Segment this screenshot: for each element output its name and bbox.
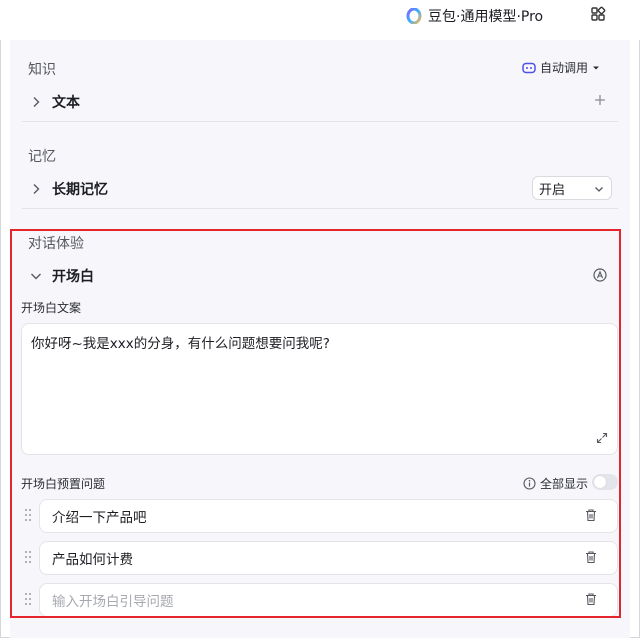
memory-select-value: 开启 <box>539 182 566 198</box>
long-term-memory-label: 长期记忆 <box>52 182 108 198</box>
drag-handle-icon[interactable] <box>24 508 32 522</box>
preset-question-input[interactable]: 介绍一下产品吧 <box>39 499 618 533</box>
trash-icon[interactable] <box>584 508 598 522</box>
a-circle-icon[interactable] <box>593 268 607 282</box>
preset-question-input[interactable]: 产品如何计费 <box>39 541 618 575</box>
auto-call-dropdown[interactable]: 自动调用 <box>522 59 600 76</box>
opening-text-label: 开场白文案 <box>21 301 82 315</box>
new-question-placeholder: 输入开场白引导问题 <box>52 594 174 610</box>
chevron-down-icon <box>31 273 41 280</box>
divider <box>22 121 618 122</box>
drag-handle-icon[interactable] <box>24 550 32 564</box>
memory-section-title: 记忆 <box>28 149 56 165</box>
preset-question-text: 产品如何计费 <box>52 552 133 568</box>
long-term-memory-row[interactable]: 长期记忆 <box>30 179 108 199</box>
opening-label: 开场白 <box>52 269 94 285</box>
toggle-knob <box>594 476 606 488</box>
top-bar: 豆包·通用模型·Pro <box>0 0 640 40</box>
caret-down-icon <box>593 66 600 69</box>
model-name: 豆包·通用模型·Pro <box>428 9 544 25</box>
dialog-section-title: 对话体验 <box>28 236 84 252</box>
preset-questions-label: 开场白预置问题 <box>21 477 106 491</box>
drag-handle-icon[interactable] <box>24 592 32 606</box>
divider <box>22 208 618 209</box>
chevron-right-icon <box>33 184 40 194</box>
preset-question-row: 产品如何计费 <box>22 541 618 575</box>
preset-question-text: 介绍一下产品吧 <box>52 510 147 526</box>
chevron-down-icon <box>595 187 603 192</box>
knowledge-text-label: 文本 <box>52 95 80 111</box>
opening-text-value: 你好呀~我是xxx的分身，有什么问题想要问我呢? <box>31 336 330 352</box>
expand-icon[interactable] <box>596 432 608 444</box>
new-question-input[interactable]: 输入开场白引导问题 <box>39 583 618 617</box>
new-question-row: 输入开场白引导问题 <box>22 583 618 617</box>
model-selector[interactable]: 豆包·通用模型·Pro <box>406 6 543 26</box>
chevron-right-icon <box>33 97 40 107</box>
doubao-logo-icon <box>406 8 422 24</box>
trash-icon[interactable] <box>584 550 598 564</box>
info-icon <box>523 477 536 490</box>
show-all-label-group: 全部显示 <box>523 475 588 492</box>
grid-icon[interactable] <box>590 6 606 22</box>
auto-call-label: 自动调用 <box>540 61 589 75</box>
opening-text-area[interactable]: 你好呀~我是xxx的分身，有什么问题想要问我呢? <box>21 323 618 455</box>
knowledge-text-row[interactable]: 文本 <box>30 92 80 112</box>
trash-icon[interactable] <box>584 592 598 606</box>
memory-select[interactable]: 开启 <box>532 176 612 200</box>
show-all-toggle[interactable] <box>592 474 618 490</box>
robot-icon <box>522 62 536 73</box>
opening-row[interactable]: 开场白 <box>30 266 94 286</box>
plus-icon[interactable] <box>593 93 607 107</box>
knowledge-section-title: 知识 <box>28 62 56 78</box>
preset-question-row: 介绍一下产品吧 <box>22 499 618 533</box>
show-all-label: 全部显示 <box>540 477 589 491</box>
